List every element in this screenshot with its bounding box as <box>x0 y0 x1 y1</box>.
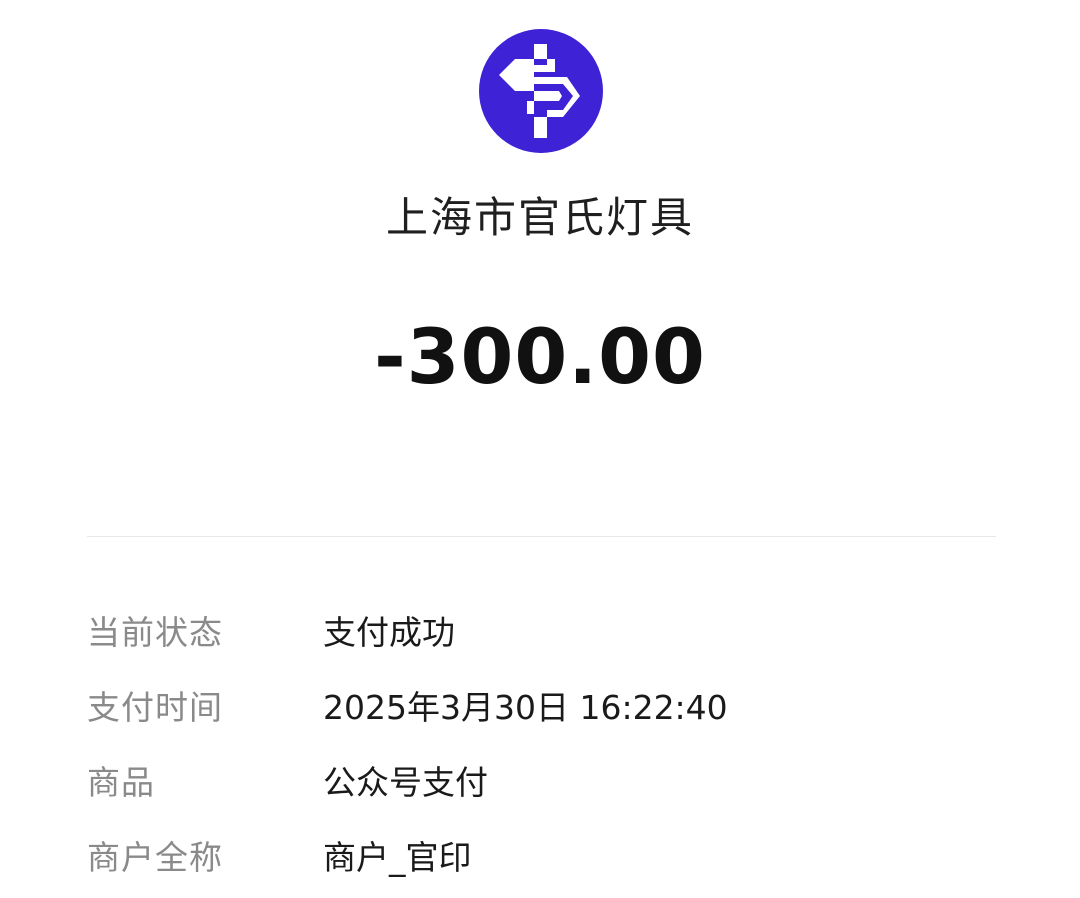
detail-row-payment-time: 支付时间 2025年3月30日 16:22:40 <box>87 683 996 733</box>
detail-value: 2025年3月30日 16:22:40 <box>323 688 728 727</box>
section-divider <box>87 536 996 537</box>
detail-value: 支付成功 <box>323 613 455 652</box>
transaction-amount: -300.00 <box>374 312 706 401</box>
detail-label: 商品 <box>87 763 155 802</box>
detail-label: 支付时间 <box>87 688 223 727</box>
detail-row-status: 当前状态 支付成功 <box>87 608 996 658</box>
detail-value: 商户_官印 <box>323 838 472 877</box>
merchant-name: 上海市官氏灯具 <box>385 193 694 242</box>
detail-row-product: 商品 公众号支付 <box>87 758 996 808</box>
detail-value: 公众号支付 <box>323 763 488 802</box>
merchant-logo-icon <box>479 29 603 153</box>
detail-row-merchant-fullname: 商户全称 商户_官印 <box>87 833 996 883</box>
detail-label: 商户全称 <box>87 838 223 877</box>
detail-label: 当前状态 <box>87 613 223 652</box>
